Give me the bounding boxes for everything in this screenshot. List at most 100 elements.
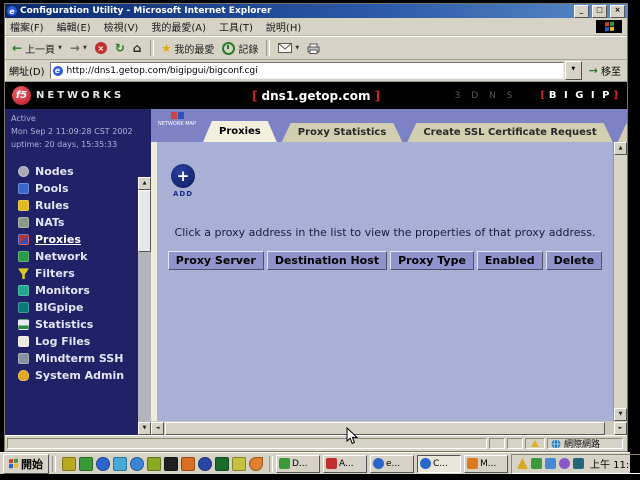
tray-icon-5[interactable] [573, 458, 584, 469]
quicklaunch-icon-11[interactable] [232, 457, 246, 471]
tab-proxies[interactable]: Proxies [203, 121, 277, 142]
column-delete[interactable]: Delete [546, 251, 603, 270]
sidebar-item-nats[interactable]: NATs [5, 214, 151, 231]
horizontal-scrollbar[interactable]: ◄ ► [151, 421, 627, 435]
tray-icon-4[interactable] [559, 458, 570, 469]
minimize-button[interactable]: _ [574, 5, 589, 18]
column-enabled[interactable]: Enabled [477, 251, 543, 270]
quicklaunch-icon-2[interactable] [79, 457, 93, 471]
menu-favorites[interactable]: 我的最愛(A) [151, 19, 206, 34]
sidebar-item-bigpipe[interactable]: BIGpipe [5, 299, 151, 316]
menu-tools[interactable]: 工具(T) [219, 19, 253, 34]
quicklaunch-icon-8[interactable] [181, 457, 195, 471]
mouse-cursor [346, 427, 358, 445]
scroll-down-icon[interactable]: ▼ [138, 422, 151, 435]
menu-view[interactable]: 檢視(V) [104, 19, 139, 34]
sidebar-item-pools[interactable]: Pools [5, 180, 151, 197]
forward-button[interactable]: → ▼ [67, 41, 90, 55]
add-button[interactable]: + [171, 164, 195, 188]
quicklaunch-icon-4[interactable] [113, 457, 127, 471]
sidebar-item-monitors[interactable]: Monitors [5, 282, 151, 299]
system-tray: 上午 11:00 [511, 454, 640, 474]
go-arrow-icon: → [589, 64, 598, 77]
scroll-up-icon[interactable]: ▲ [138, 177, 151, 190]
taskbar-window-4-active[interactable]: C... [417, 455, 461, 473]
tray-icon-3[interactable] [545, 458, 556, 469]
close-button[interactable]: × [610, 5, 625, 18]
scroll-down-icon[interactable]: ▼ [614, 408, 627, 421]
title-bar[interactable]: e Configuration Utility - Microsoft Inte… [5, 4, 627, 18]
mail-button[interactable]: ▼ [275, 42, 302, 54]
network-map-button[interactable]: NETWORK MAP [154, 112, 200, 127]
quicklaunch-icon-5[interactable] [130, 457, 144, 471]
app-icon [373, 458, 384, 469]
tab-install-ssl-certificate[interactable]: Install SSL Certifi [618, 123, 627, 142]
column-proxy-type[interactable]: Proxy Type [390, 251, 474, 270]
back-icon: ← [12, 42, 22, 54]
quicklaunch-icon-6[interactable] [147, 457, 161, 471]
quicklaunch-icon-12[interactable] [249, 457, 263, 471]
network-icon [18, 251, 29, 262]
quicklaunch-icon-9[interactable] [198, 457, 212, 471]
column-proxy-server[interactable]: Proxy Server [168, 251, 264, 270]
column-destination-host[interactable]: Destination Host [267, 251, 387, 270]
sidebar-item-nodes[interactable]: Nodes [5, 163, 151, 180]
menu-file[interactable]: 檔案(F) [10, 19, 44, 34]
history-button[interactable]: 記錄 [219, 40, 261, 57]
scroll-up-icon[interactable]: ▲ [614, 142, 627, 155]
refresh-button[interactable]: ↻ [112, 41, 128, 55]
menu-edit[interactable]: 編輯(E) [57, 19, 91, 34]
quicklaunch-icon-7[interactable] [164, 457, 178, 471]
mail-dropdown-icon[interactable]: ▼ [295, 45, 299, 51]
print-button[interactable] [304, 42, 323, 55]
sidebar-item-network[interactable]: Network [5, 248, 151, 265]
monitors-icon [18, 285, 29, 296]
f5-banner: f5 NETWORKS [ dns1.getop.com ] 3 D N S [… [5, 82, 627, 109]
taskbar-window-1[interactable]: D... [276, 455, 320, 473]
address-dropdown-button[interactable]: ▼ [565, 61, 582, 80]
favorites-button[interactable]: ★ 我的最愛 [159, 40, 218, 57]
sidebar-scrollbar[interactable]: ▲ ▼ [138, 177, 151, 435]
quicklaunch-icon-3[interactable] [96, 457, 110, 471]
sidebar-item-system-admin[interactable]: System Admin [5, 367, 151, 384]
toolbar: ← 上一頁 ▼ → ▼ × ↻ ⌂ ★ 我的最愛 [5, 36, 627, 60]
quicklaunch-icon-1[interactable] [62, 457, 76, 471]
sidebar-item-mindterm-ssh[interactable]: Mindterm SSH [5, 350, 151, 367]
stop-icon: × [95, 42, 107, 54]
tab-create-ssl-certificate-request[interactable]: Create SSL Certificate Request [407, 123, 612, 142]
menu-help[interactable]: 說明(H) [266, 19, 301, 34]
sidebar-item-statistics[interactable]: Statistics [5, 316, 151, 333]
sidebar-item-proxies[interactable]: Proxies [5, 231, 151, 248]
quicklaunch-icon-10[interactable] [215, 457, 229, 471]
add-proxy-control[interactable]: + ADD [169, 164, 197, 198]
scrollbar-thumb[interactable] [138, 190, 151, 252]
taskbar-clock: 上午 11:00 [590, 456, 640, 471]
vertical-scrollbar[interactable]: ▲ ▼ [613, 142, 627, 421]
back-button[interactable]: ← 上一頁 ▼ [9, 40, 65, 57]
home-button[interactable]: ⌂ [130, 41, 145, 55]
taskbar-window-3[interactable]: e... [370, 455, 414, 473]
start-button[interactable]: 開始 [3, 454, 49, 474]
sidebar-item-logfiles[interactable]: Log Files [5, 333, 151, 350]
sysadmin-icon [18, 370, 29, 381]
scroll-left-icon[interactable]: ◄ [151, 422, 164, 435]
taskbar-window-2[interactable]: A... [323, 455, 367, 473]
taskbar-window-5[interactable]: M... [464, 455, 508, 473]
stop-button[interactable]: × [92, 41, 110, 55]
forward-dropdown-icon[interactable]: ▼ [83, 45, 87, 51]
sidebar-item-rules[interactable]: Rules [5, 197, 151, 214]
scrollbar-thumb[interactable] [165, 422, 605, 435]
back-dropdown-icon[interactable]: ▼ [58, 45, 62, 51]
proxy-table-header: Proxy Server Destination Host Proxy Type… [157, 251, 613, 270]
address-url: http://dns1.getop.com/bigipgui/bigconf.c… [67, 66, 258, 76]
sidebar-item-filters[interactable]: Filters [5, 265, 151, 282]
maximize-button[interactable]: □ [592, 5, 607, 18]
status-datetime: Mon Sep 2 11:09:28 CST 2002 [11, 126, 147, 139]
go-button[interactable]: → 移至 [587, 63, 623, 78]
tray-icon-2[interactable] [531, 458, 542, 469]
tray-icon-1[interactable] [517, 458, 528, 469]
scroll-right-icon[interactable]: ► [614, 422, 627, 435]
app-icon [420, 458, 431, 469]
address-input[interactable]: e http://dns1.getop.com/bigipgui/bigconf… [50, 62, 564, 79]
tab-proxy-statistics[interactable]: Proxy Statistics [282, 123, 403, 142]
